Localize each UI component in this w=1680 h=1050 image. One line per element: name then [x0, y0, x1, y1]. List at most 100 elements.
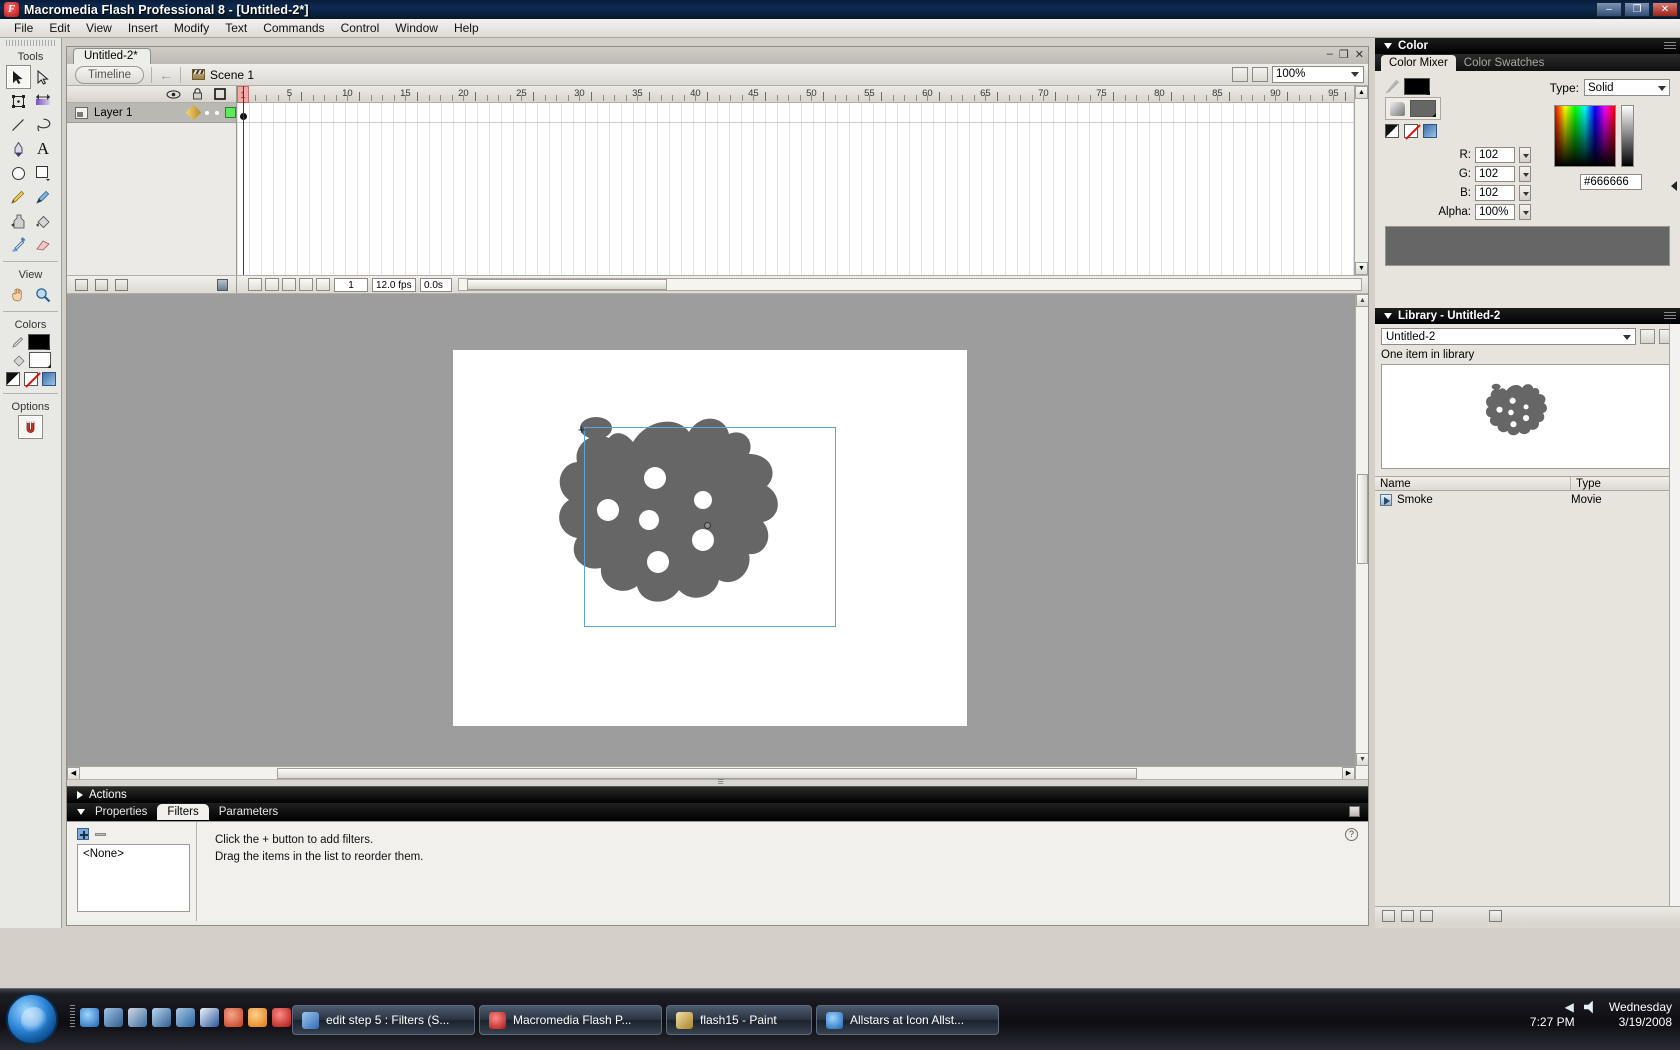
rectangle-tool[interactable]	[31, 161, 56, 185]
tab-color-swatches[interactable]: Color Swatches	[1456, 55, 1553, 71]
mixer-stroke-swatch[interactable]	[1404, 78, 1430, 95]
lasso-tool[interactable]	[31, 113, 56, 137]
library-column-type[interactable]: Type	[1571, 477, 1680, 490]
add-motion-guide-icon[interactable]	[95, 278, 108, 291]
fps-field[interactable]: 12.0 fps	[372, 277, 416, 292]
word-icon[interactable]	[200, 1007, 219, 1027]
text-tool[interactable]: A	[31, 137, 56, 161]
green-stepper[interactable]	[1519, 166, 1531, 182]
oval-tool[interactable]	[6, 161, 31, 185]
color-panel-header[interactable]: Color	[1375, 38, 1680, 54]
delete-layer-icon[interactable]	[217, 278, 228, 291]
dock-collapse-arrow-icon[interactable]	[1671, 181, 1677, 191]
back-arrow-icon[interactable]: ←	[159, 67, 173, 83]
eraser-tool[interactable]	[31, 233, 56, 257]
doc-restore-button[interactable]: ❐	[1339, 48, 1349, 61]
current-frame-field[interactable]: 1	[334, 277, 368, 292]
brightness-slider[interactable]	[1621, 105, 1634, 167]
brush-tool[interactable]	[31, 185, 56, 209]
library-column-name[interactable]: Name	[1375, 477, 1571, 490]
alpha-stepper[interactable]	[1519, 204, 1531, 220]
stage-horizontal-scrollbar[interactable]: ◀ ▶	[67, 766, 1355, 779]
center-frame-icon[interactable]	[248, 278, 262, 291]
mixer-no-color-icon[interactable]	[1404, 124, 1418, 138]
hex-input[interactable]: #666666	[1580, 174, 1642, 190]
stage-vertical-scrollbar[interactable]: ▲ ▼	[1355, 294, 1368, 779]
red-input[interactable]: 102	[1475, 147, 1515, 163]
task-button-4[interactable]: Allstars at Icon Allst...	[816, 1005, 999, 1035]
powerpoint-icon[interactable]	[224, 1007, 243, 1027]
menu-edit[interactable]: Edit	[41, 19, 78, 37]
stage-hscroll-thumb[interactable]	[277, 768, 1137, 779]
close-button[interactable]: ✕	[1652, 2, 1678, 17]
free-transform-tool[interactable]	[6, 89, 31, 113]
media-player-icon[interactable]	[248, 1007, 267, 1027]
fill-type-select[interactable]: Solid	[1584, 79, 1670, 96]
panel-options-menu-icon[interactable]	[1349, 806, 1360, 817]
lock-icon[interactable]	[192, 88, 203, 100]
quick-launch-grip[interactable]	[70, 1005, 75, 1029]
stage-scroll-left-icon[interactable]: ◀	[67, 767, 80, 779]
blue-input[interactable]: 102	[1475, 185, 1515, 201]
symbol-properties-icon[interactable]	[1420, 909, 1433, 922]
fill-color-swatch[interactable]	[28, 352, 51, 368]
tab-filters[interactable]: Filters	[157, 804, 209, 820]
subselection-tool[interactable]	[31, 65, 56, 89]
red-stepper[interactable]	[1519, 147, 1531, 163]
task-button-3[interactable]: flash15 - Paint	[666, 1005, 812, 1035]
frame-grid[interactable]	[237, 103, 1368, 275]
onion-skin-outlines-icon[interactable]	[282, 278, 296, 291]
alpha-input[interactable]: 100%	[1475, 204, 1515, 220]
collapse-arrow-icon[interactable]	[77, 809, 85, 815]
green-input[interactable]: 102	[1475, 166, 1515, 182]
menu-insert[interactable]: Insert	[120, 19, 166, 37]
selection-tool[interactable]	[5, 65, 31, 89]
help-icon[interactable]: ?	[1345, 828, 1358, 841]
filters-list[interactable]: <None>	[77, 844, 190, 912]
swap-colors-icon[interactable]	[41, 372, 56, 386]
task-button-2[interactable]: Macromedia Flash P...	[479, 1005, 662, 1035]
flash-icon[interactable]	[272, 1007, 291, 1027]
panel-splitter[interactable]	[67, 776, 1368, 788]
scroll-down-arrow-icon[interactable]: ▼	[1355, 262, 1368, 275]
new-symbol-icon[interactable]	[1382, 909, 1395, 922]
timeline-vertical-scrollbar[interactable]: ▲ ▼	[1354, 86, 1368, 275]
playhead-line[interactable]	[243, 86, 244, 275]
layer-lock-toggle[interactable]	[215, 110, 219, 115]
menu-window[interactable]: Window	[387, 19, 446, 37]
color-panel-grip[interactable]	[1664, 42, 1676, 50]
menu-help[interactable]: Help	[446, 19, 487, 37]
internet-explorer-icon[interactable]	[80, 1007, 99, 1027]
show-desktop-icon[interactable]	[104, 1007, 123, 1027]
ink-bottle-tool[interactable]	[6, 209, 31, 233]
menu-text[interactable]: Text	[217, 19, 255, 37]
zoom-tool[interactable]	[31, 283, 56, 307]
zoom-level-select[interactable]: 100%	[1272, 66, 1364, 83]
stage-scroll-right-icon[interactable]: ▶	[1342, 767, 1355, 779]
library-collapse-icon[interactable]	[1384, 313, 1392, 319]
layer-frame-row[interactable]	[237, 103, 1368, 123]
timeline-toggle-button[interactable]: Timeline	[75, 65, 145, 84]
doc-minimize-button[interactable]: –	[1327, 48, 1333, 61]
layer-outline-color-swatch[interactable]	[225, 107, 236, 118]
layer-row[interactable]: Layer 1	[67, 103, 236, 123]
mixer-swap-colors-icon[interactable]	[1423, 124, 1437, 138]
timeline-horizontal-scrollbar[interactable]	[458, 278, 1362, 291]
delete-symbol-icon[interactable]	[1489, 909, 1502, 922]
edit-scene-icon[interactable]	[1232, 67, 1248, 82]
scene-selector[interactable]: Scene 1	[192, 68, 254, 82]
blue-stepper[interactable]	[1519, 185, 1531, 201]
tab-properties[interactable]: Properties	[85, 804, 157, 820]
library-pin-icon[interactable]	[1640, 329, 1655, 344]
stage-vscroll-thumb[interactable]	[1357, 474, 1368, 564]
mixer-fill-swatch[interactable]	[1410, 100, 1436, 117]
mixer-black-white-icon[interactable]	[1385, 124, 1399, 138]
speaker-icon[interactable]	[1583, 1000, 1593, 1014]
gradient-transform-tool[interactable]	[31, 89, 56, 113]
library-item-row[interactable]: Smoke Movie	[1375, 491, 1680, 508]
edit-symbols-icon[interactable]	[1252, 67, 1268, 82]
maximize-button[interactable]: ❐	[1624, 2, 1650, 17]
insert-layer-icon[interactable]	[75, 278, 88, 291]
paint-bucket-tool[interactable]	[31, 209, 56, 233]
timeline-ruler[interactable]: 1 51015202530354045505560657075808590951…	[237, 86, 1368, 103]
